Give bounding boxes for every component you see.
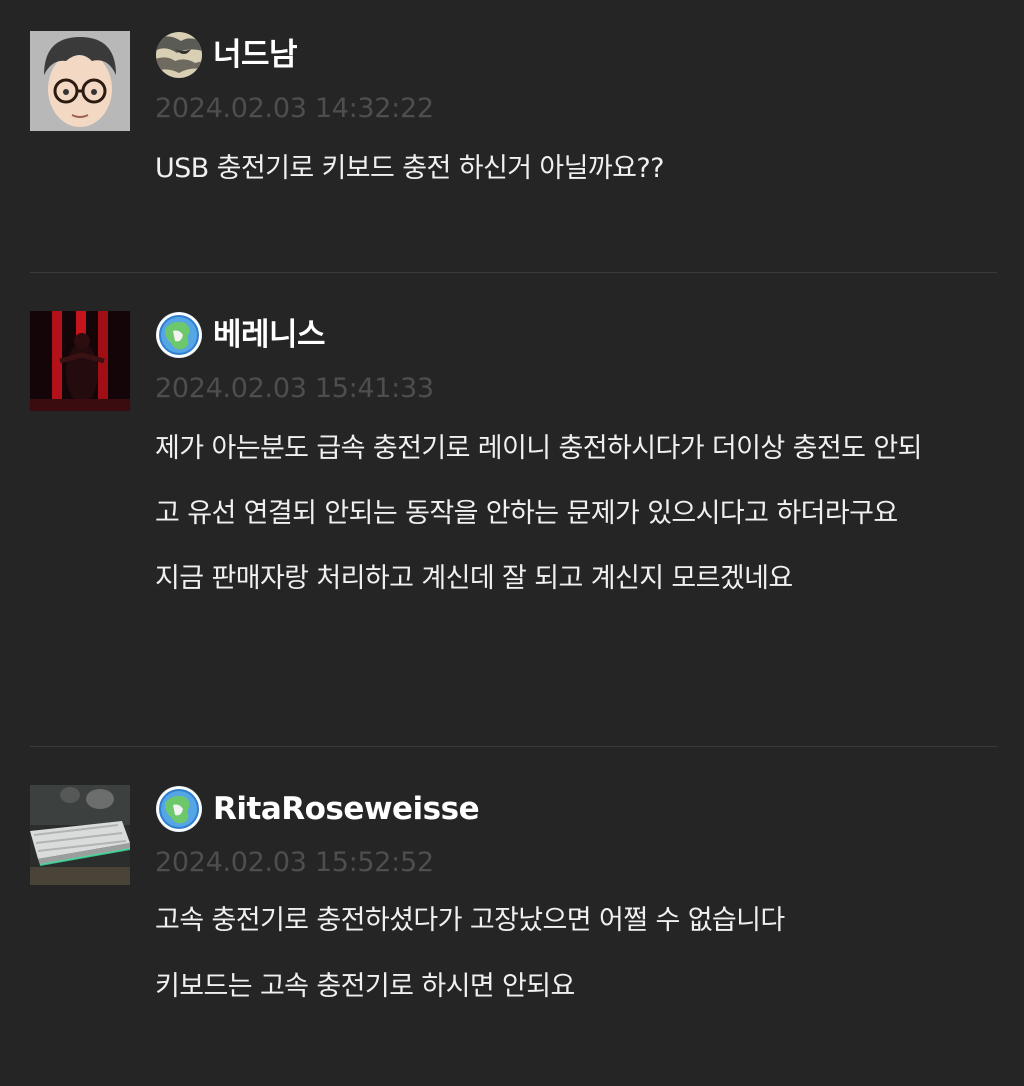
comment-text-line: 고 유선 연결되 안되는 동작을 안하는 문제가 있으시다고 하더라구요: [155, 498, 898, 529]
comment-item: 베레니스 2024.02.03 15:41:33 제가 아는분도 급속 충전기로…: [0, 311, 1024, 711]
nickname[interactable]: 베레니스: [213, 315, 326, 355]
camo-sphere-icon: [155, 31, 203, 79]
timestamp: 2024.02.03 15:41:33: [155, 373, 434, 404]
globe-icon: [155, 785, 203, 833]
comment-item: 너드남 2024.02.03 14:32:22 USB 충전기로 키보드 충전 …: [0, 31, 1024, 231]
divider: [30, 746, 997, 747]
avatar[interactable]: [30, 311, 130, 411]
comment-text-line: USB 충전기로 키보드 충전 하신거 아닐까요??: [155, 153, 664, 184]
timestamp: 2024.02.03 15:52:52: [155, 847, 434, 878]
comment-text-line: 지금 판매자랑 처리하고 계신데 잘 되고 계신지 모르겠네요: [155, 563, 793, 594]
divider: [30, 272, 997, 273]
globe-icon: [155, 311, 203, 359]
nickname[interactable]: 너드남: [213, 35, 298, 75]
avatar[interactable]: [30, 785, 130, 885]
timestamp: 2024.02.03 14:32:22: [155, 93, 434, 124]
nickname[interactable]: RitaRoseweisse: [213, 789, 480, 829]
comment-text-line: 키보드는 고속 충전기로 하시면 안되요: [155, 971, 575, 1002]
comment-item: RitaRoseweisse 2024.02.03 15:52:52 고속 충전…: [0, 785, 1024, 1075]
comment-text-line: 제가 아는분도 급속 충전기로 레이니 충전하시다가 더이상 충전도 안되: [155, 433, 922, 464]
comment-text-line: 고속 충전기로 충전하셨다가 고장났으면 어쩔 수 없습니다: [155, 905, 785, 936]
avatar[interactable]: [30, 31, 130, 131]
